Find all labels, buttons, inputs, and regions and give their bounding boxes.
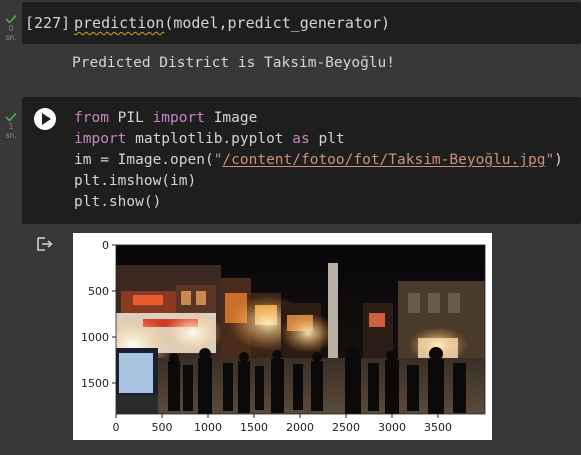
x-tick-label: 1000: [194, 421, 222, 434]
x-tick-label: 3500: [424, 421, 452, 434]
code-editor-cell-2[interactable]: from PIL import Image import matplotlib.…: [74, 108, 563, 213]
code-line-1: from PIL import Image: [74, 110, 258, 126]
x-tick-label: 1500: [240, 421, 268, 434]
y-tick-label: 500: [88, 285, 109, 298]
code-line-4: plt.imshow(im): [74, 173, 197, 189]
code-line-5: plt.show(): [74, 194, 162, 210]
y-tick-label: 1000: [81, 331, 109, 344]
function-args: (model,predict_generator): [164, 14, 391, 32]
code-line-3: im = Image.open("/content/fotoo/fot/Taks…: [74, 152, 563, 168]
cell1-gutter: 0 sn.: [0, 14, 22, 42]
matplotlib-figure: 0 500 1000 1500 0 500 1000 1500 2000 250…: [73, 233, 492, 440]
code-cell-1[interactable]: [227] prediction(model,predict_generator…: [22, 2, 581, 44]
play-icon: [42, 113, 51, 125]
check-icon: [5, 112, 17, 122]
y-axis: 0 500 1000 1500: [81, 239, 116, 390]
x-tick-label: 2500: [332, 421, 360, 434]
cell2-exec-time: 1: [8, 122, 14, 131]
cell1-exec-time: 0: [8, 24, 14, 33]
x-tick-label: 3000: [378, 421, 406, 434]
cell1-exec-unit: sn.: [5, 33, 17, 42]
y-tick-label: 0: [102, 239, 109, 252]
cell2-gutter: 1 sn.: [0, 112, 22, 140]
figure-canvas: 0 500 1000 1500 0 500 1000 1500 2000 250…: [81, 239, 486, 434]
cell1-output-text: Predicted District is Taksim-Beyoğlu!: [72, 55, 396, 71]
x-tick-label: 0: [113, 421, 120, 434]
cell2-exec-unit: sn.: [5, 131, 17, 140]
check-icon: [5, 14, 17, 24]
run-cell-button[interactable]: [34, 108, 56, 130]
code-line-2: import matplotlib.pyplot as plt: [74, 131, 345, 147]
file-path-link[interactable]: /content/fotoo/fot/Taksim-Beyoğlu.jpg: [222, 152, 545, 168]
code-cell-2[interactable]: from PIL import Image import matplotlib.…: [22, 97, 581, 224]
function-call: prediction: [74, 14, 165, 32]
output-arrow-icon[interactable]: [36, 236, 54, 252]
y-tick-label: 1500: [81, 377, 109, 390]
photo-image: [116, 245, 485, 414]
x-axis: 0 500 1000 1500 2000 2500 3000 3500: [113, 414, 452, 434]
x-tick-label: 500: [152, 421, 173, 434]
execution-count: [227]: [25, 14, 71, 32]
x-tick-label: 2000: [286, 421, 314, 434]
code-editor-cell-1[interactable]: prediction(model,predict_generator): [74, 14, 390, 32]
